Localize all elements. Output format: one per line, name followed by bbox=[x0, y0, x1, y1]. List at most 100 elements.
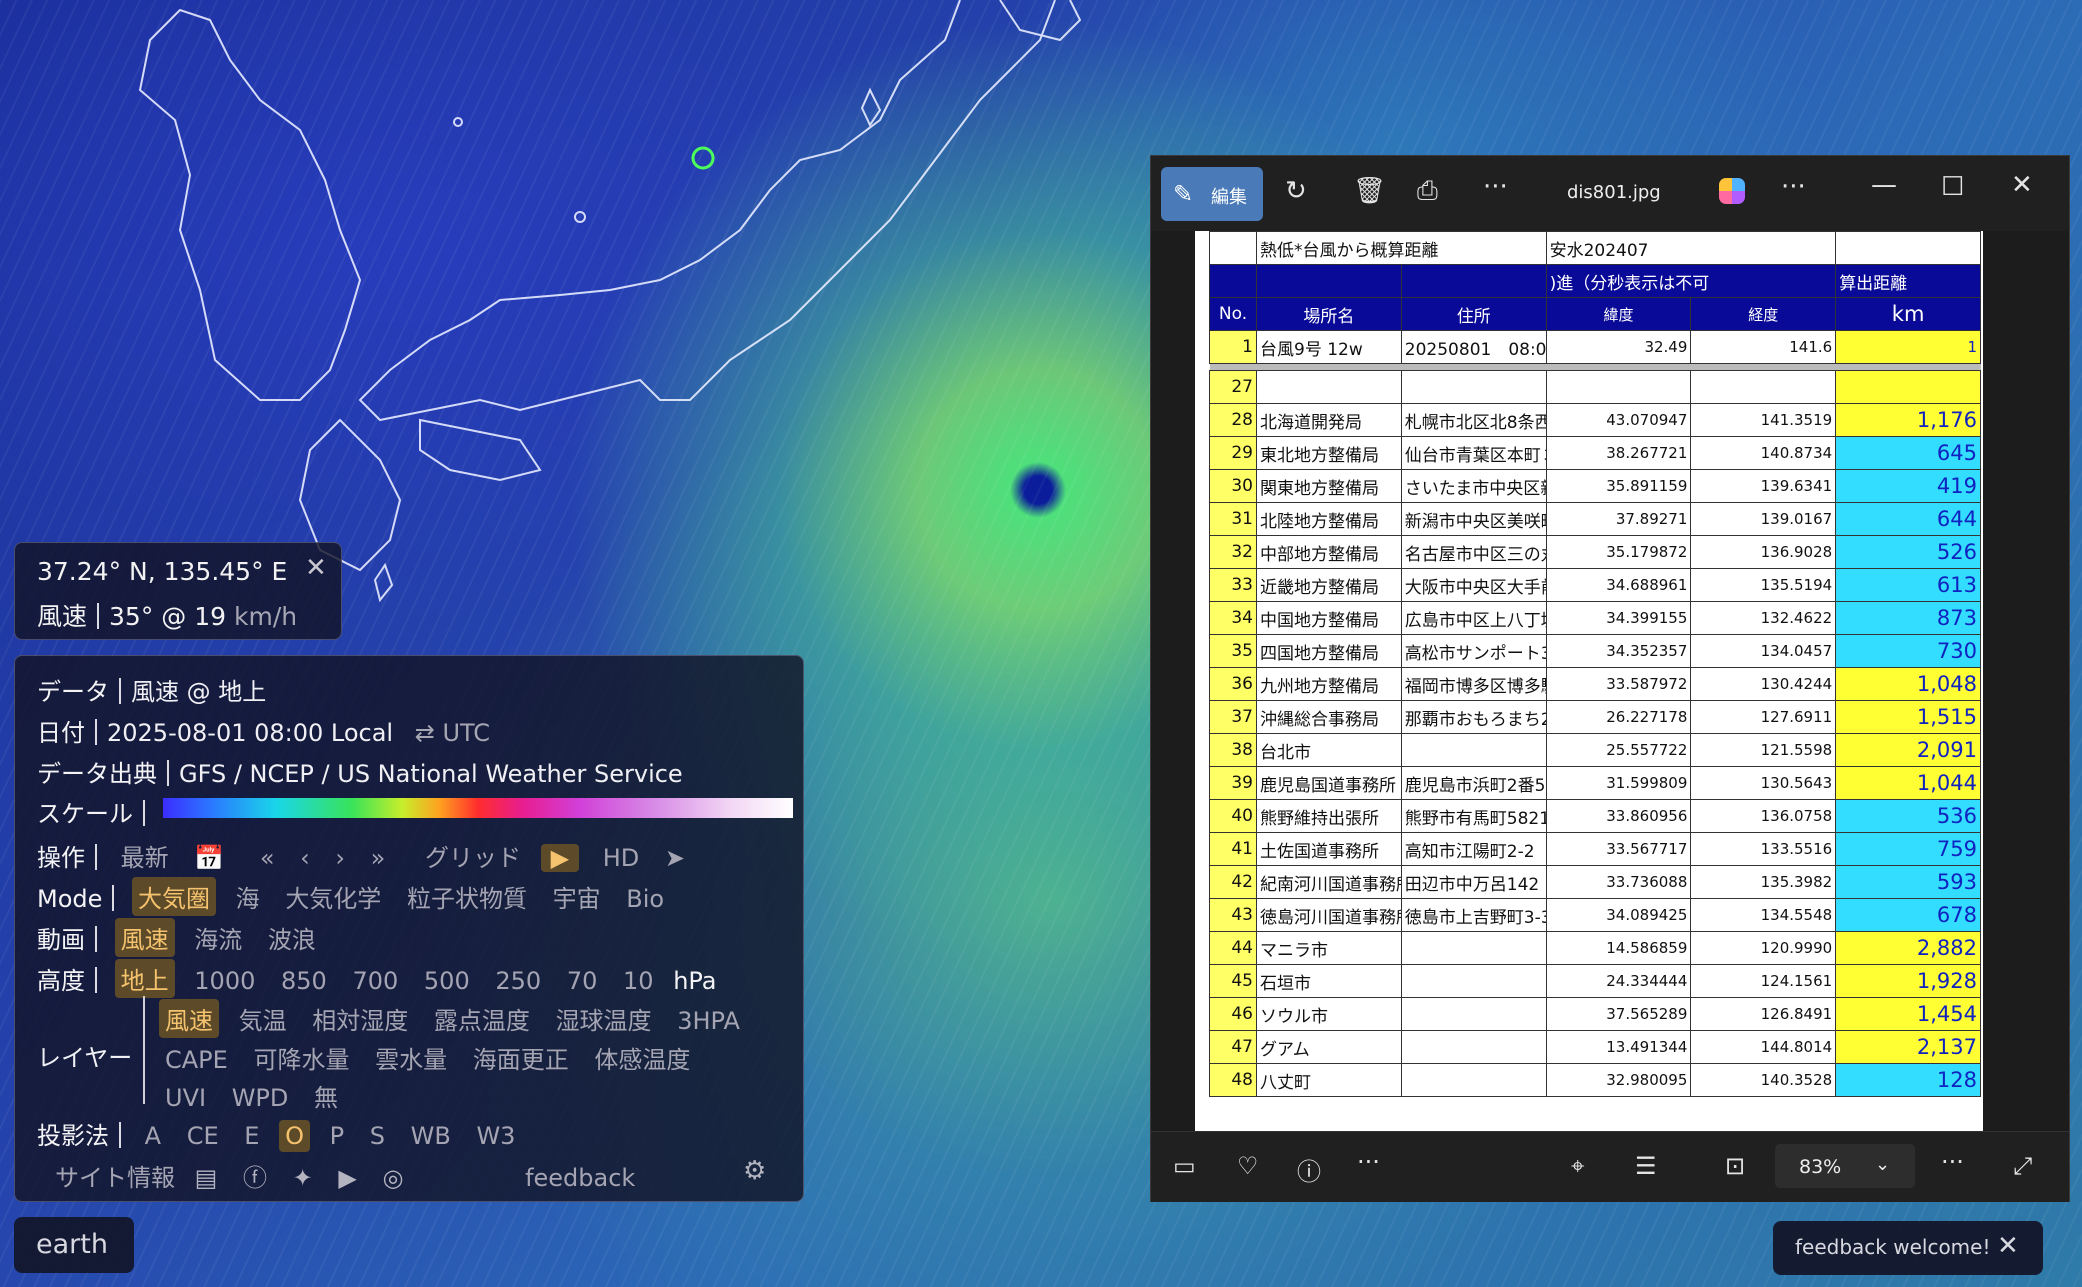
proj-a[interactable]: A bbox=[139, 1120, 167, 1152]
height-850[interactable]: 850 bbox=[275, 965, 333, 997]
utc-toggle[interactable]: ⇄ UTC bbox=[415, 719, 490, 747]
cell-lat: 26.227178 bbox=[1545, 700, 1692, 734]
layer-temp[interactable]: 気温 bbox=[233, 999, 293, 1038]
layer-sea-level-pressure[interactable]: 海面更正 bbox=[467, 1038, 575, 1077]
fullscreen-icon[interactable]: ⤢ bbox=[2013, 1152, 2032, 1180]
cell-km: 1,515 bbox=[1835, 700, 1981, 734]
layer-uvi[interactable]: UVI bbox=[159, 1082, 212, 1114]
height-500[interactable]: 500 bbox=[418, 965, 476, 997]
proj-s[interactable]: S bbox=[364, 1120, 391, 1152]
layer-precipitable-water[interactable]: 可降水量 bbox=[247, 1038, 355, 1077]
close-coordinates-icon[interactable]: ✕ bbox=[305, 553, 327, 583]
height-700[interactable]: 700 bbox=[346, 965, 404, 997]
mode-ocean[interactable]: 海 bbox=[230, 877, 266, 916]
text-extract-icon[interactable]: ☰ bbox=[1635, 1152, 1657, 1180]
layer-row-1: 風速 気温 相対湿度 露点温度 湿球温度 3HPA bbox=[159, 999, 752, 1038]
layer-none[interactable]: 無 bbox=[308, 1076, 344, 1115]
location-marker[interactable] bbox=[691, 146, 715, 170]
feedback-link[interactable]: feedback bbox=[519, 1162, 641, 1194]
height-1000[interactable]: 1000 bbox=[188, 965, 261, 997]
facebook-icon[interactable]: ⓕ bbox=[243, 1158, 267, 1193]
mode-space[interactable]: 宇宙 bbox=[547, 877, 607, 916]
latest-button[interactable]: 最新 bbox=[115, 836, 175, 875]
edit-button[interactable]: ✎ 編集 bbox=[1161, 167, 1263, 221]
height-70[interactable]: 70 bbox=[561, 965, 604, 997]
cell-name: 近畿地方整備局 bbox=[1256, 568, 1402, 602]
proj-o[interactable]: O bbox=[279, 1120, 310, 1152]
calendar-icon[interactable]: 📅 bbox=[188, 842, 230, 874]
proj-w3[interactable]: W3 bbox=[470, 1120, 521, 1152]
title-row: 熱低*台風から概算距離 安水202407 bbox=[1209, 231, 1981, 265]
forward-icon[interactable]: › bbox=[329, 842, 351, 874]
overlay-unit[interactable]: km/h bbox=[234, 602, 297, 631]
layer-wind[interactable]: 風速 bbox=[159, 999, 219, 1038]
cell-no: 36 bbox=[1209, 667, 1257, 701]
favorite-heart-icon[interactable]: ♡ bbox=[1237, 1152, 1259, 1180]
more-icon-2[interactable]: ··· bbox=[1781, 172, 1806, 202]
mode-particulates[interactable]: 粒子状物質 bbox=[401, 877, 533, 916]
visual-search-icon[interactable]: ⌖ bbox=[1571, 1152, 1585, 1180]
date-value[interactable]: 2025-08-01 08:00 Local bbox=[107, 719, 393, 747]
back-icon[interactable]: ‹ bbox=[294, 842, 316, 874]
hd-toggle[interactable]: HD bbox=[597, 842, 646, 874]
layer-3hpa[interactable]: 3HPA bbox=[671, 1005, 746, 1037]
info-icon[interactable]: ⓘ bbox=[1297, 1152, 1321, 1187]
height-10[interactable]: 10 bbox=[617, 965, 660, 997]
instagram-icon[interactable]: ◎ bbox=[382, 1164, 403, 1192]
table-row: 30関東地方整備局さいたま市中央区新都心2-135.891159139.6341… bbox=[1209, 469, 1981, 503]
locate-icon[interactable]: ➤ bbox=[659, 842, 691, 874]
delete-icon[interactable]: 🗑 bbox=[1353, 176, 1386, 206]
col-lon: 経度 bbox=[1690, 297, 1837, 331]
layer-cape[interactable]: CAPE bbox=[159, 1044, 234, 1076]
minimize-icon[interactable]: — bbox=[1871, 170, 1897, 200]
grid-toggle[interactable]: グリッド bbox=[419, 836, 527, 875]
more-icon-3[interactable]: ··· bbox=[1357, 1148, 1380, 1176]
zoom-dropdown[interactable]: 83% ⌄ bbox=[1775, 1144, 1915, 1188]
layer-feels-like[interactable]: 体感温度 bbox=[588, 1038, 696, 1077]
forward-far-icon[interactable]: » bbox=[365, 842, 392, 874]
anim-waves[interactable]: 波浪 bbox=[262, 918, 322, 957]
maximize-icon[interactable]: ☐ bbox=[1941, 172, 1964, 202]
bluesky-icon[interactable]: ✦ bbox=[293, 1164, 313, 1192]
cell-name: マニラ市 bbox=[1256, 931, 1402, 965]
height-row: 高度 地上 1000 850 700 500 250 70 10 hPa bbox=[37, 959, 717, 998]
news-icon[interactable]: ▤ bbox=[195, 1164, 218, 1192]
coordinate-readout: 37.24° N, 135.45° E ✕ 風速 35° @ 19 km/h bbox=[14, 542, 342, 640]
color-scale-bar[interactable] bbox=[163, 798, 793, 818]
mode-chemistry[interactable]: 大気化学 bbox=[279, 877, 387, 916]
close-window-icon[interactable]: ✕ bbox=[2011, 170, 2033, 200]
anim-wind[interactable]: 風速 bbox=[114, 918, 175, 957]
earth-menu-button[interactable]: earth bbox=[14, 1217, 134, 1273]
more-icon-4[interactable]: ··· bbox=[1941, 1148, 1964, 1176]
mode-atmosphere[interactable]: 大気圏 bbox=[132, 877, 217, 916]
proj-wb[interactable]: WB bbox=[405, 1120, 457, 1152]
layer-rel-humidity[interactable]: 相対湿度 bbox=[306, 999, 414, 1038]
site-info-link[interactable]: サイト情報 bbox=[49, 1156, 181, 1195]
mode-bio[interactable]: Bio bbox=[620, 883, 670, 915]
toast-close-icon[interactable]: ✕ bbox=[1997, 1231, 2019, 1261]
proj-e[interactable]: E bbox=[238, 1120, 265, 1152]
layer-cloud-water[interactable]: 雲水量 bbox=[369, 1038, 453, 1077]
print-icon[interactable]: ⎙ bbox=[1417, 176, 1438, 207]
layer-dew-point[interactable]: 露点温度 bbox=[428, 999, 536, 1038]
layer-wpd[interactable]: WPD bbox=[226, 1082, 295, 1114]
settings-gear-icon[interactable]: ⚙ bbox=[743, 1156, 766, 1186]
height-surface[interactable]: 地上 bbox=[114, 959, 175, 998]
actual-size-icon[interactable]: ⊡ bbox=[1725, 1152, 1745, 1180]
copilot-icon[interactable] bbox=[1719, 178, 1745, 204]
rotate-icon[interactable]: ↻ bbox=[1285, 176, 1307, 206]
image-canvas[interactable]: 熱低*台風から概算距離 安水202407 )進（分秒表示は不可 算出距離 No.… bbox=[1151, 231, 2069, 1131]
play-button[interactable]: ▶ bbox=[540, 844, 580, 872]
cell-lon: 127.6911 bbox=[1690, 700, 1837, 734]
filmstrip-icon[interactable]: ▭ bbox=[1173, 1152, 1196, 1180]
youtube-icon[interactable]: ▶ bbox=[338, 1164, 356, 1192]
cell-no: 44 bbox=[1209, 931, 1257, 965]
proj-ce[interactable]: CE bbox=[181, 1120, 225, 1152]
proj-p[interactable]: P bbox=[324, 1120, 350, 1152]
layer-wet-bulb[interactable]: 湿球温度 bbox=[550, 999, 658, 1038]
cell-address bbox=[1400, 964, 1547, 998]
more-icon[interactable]: ··· bbox=[1483, 172, 1508, 202]
anim-currents[interactable]: 海流 bbox=[188, 918, 248, 957]
back-far-icon[interactable]: « bbox=[254, 842, 281, 874]
height-250[interactable]: 250 bbox=[489, 965, 547, 997]
